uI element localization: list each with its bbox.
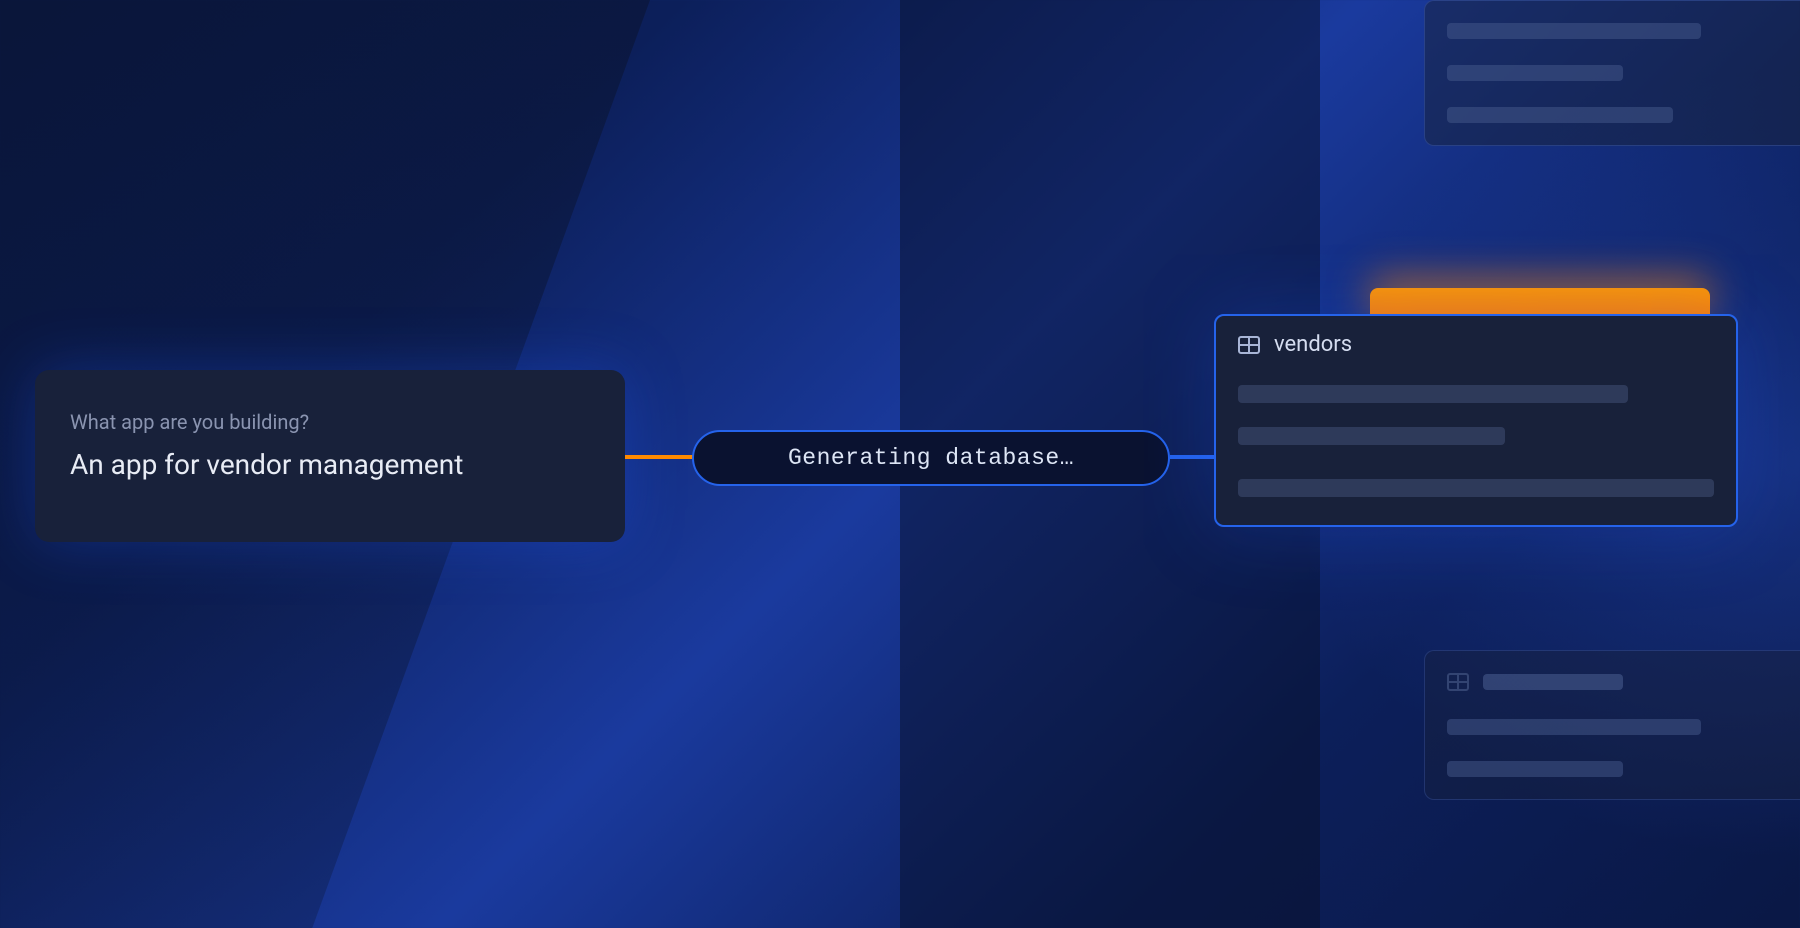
connector-blue-line <box>1170 455 1216 459</box>
table-icon <box>1447 673 1469 691</box>
table-name-label: vendors <box>1274 332 1352 357</box>
prompt-label: What app are you building? <box>70 410 590 434</box>
skeleton-row <box>1447 719 1701 735</box>
prompt-card[interactable]: What app are you building? An app for ve… <box>35 370 625 542</box>
table-card-placeholder-bottom <box>1424 650 1800 800</box>
skeleton-row <box>1238 427 1505 445</box>
skeleton-row <box>1447 65 1623 81</box>
table-card-vendors[interactable]: vendors <box>1214 314 1738 527</box>
status-text: Generating database… <box>788 445 1074 471</box>
skeleton-row <box>1238 479 1714 497</box>
skeleton-row <box>1447 107 1673 123</box>
table-header-placeholder <box>1447 673 1800 691</box>
skeleton-row <box>1238 385 1628 403</box>
skeleton-row <box>1447 23 1701 39</box>
prompt-input-text: An app for vendor management <box>70 448 590 481</box>
table-body <box>1216 373 1736 525</box>
table-icon <box>1238 336 1260 354</box>
connector-orange-line <box>625 455 693 459</box>
generation-status-pill: Generating database… <box>692 430 1170 486</box>
skeleton-row <box>1447 761 1623 777</box>
table-card-placeholder-top <box>1424 0 1800 146</box>
skeleton-title <box>1483 674 1623 690</box>
table-header: vendors <box>1216 316 1736 373</box>
